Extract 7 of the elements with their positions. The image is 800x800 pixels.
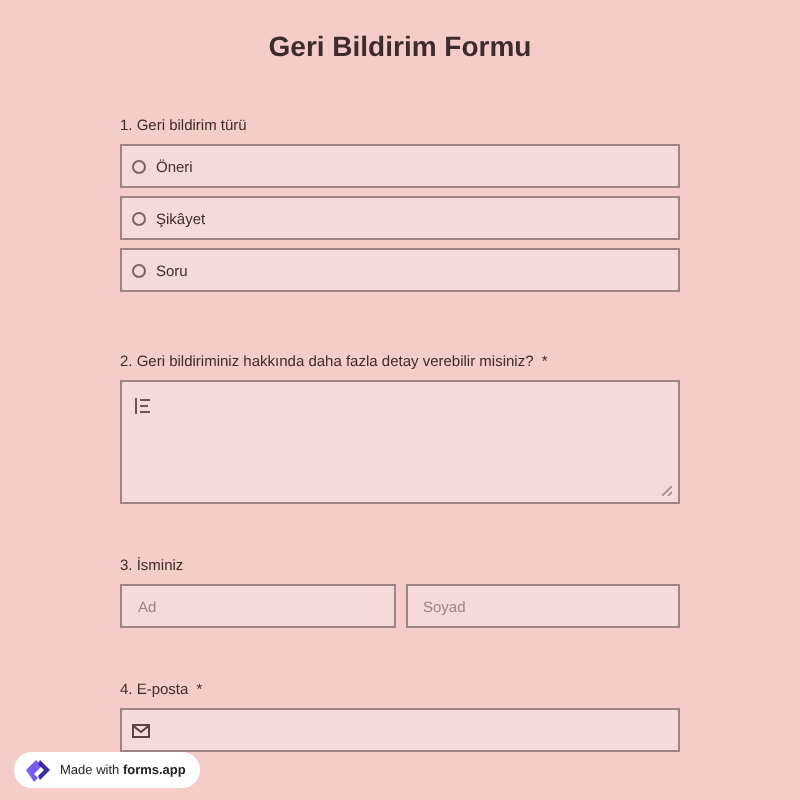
email-field[interactable] xyxy=(120,708,680,752)
form-title: Geri Bildirim Formu xyxy=(266,28,534,64)
text-area[interactable] xyxy=(120,380,680,504)
logo-icon xyxy=(24,758,52,782)
text-lines-icon xyxy=(134,398,152,414)
resize-handle-icon[interactable] xyxy=(662,486,672,496)
envelope-icon xyxy=(132,723,150,737)
